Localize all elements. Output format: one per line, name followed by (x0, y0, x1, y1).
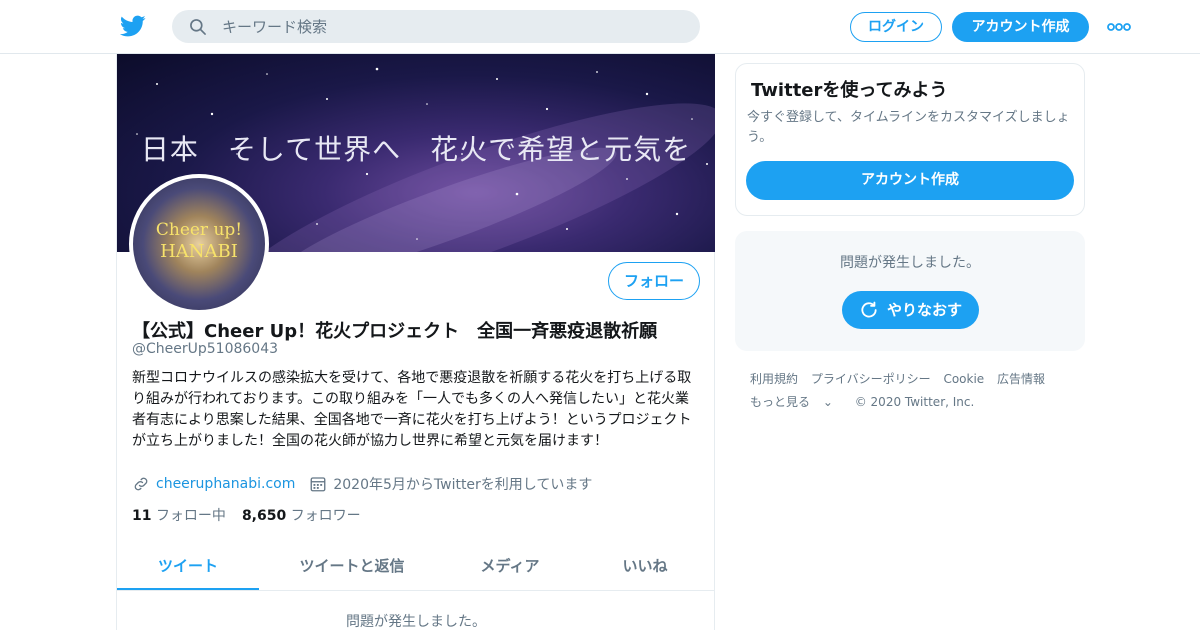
sidebar-error-message: 問題が発生しました。 (840, 255, 980, 271)
footer-link-privacy[interactable]: プライバシーポリシー (811, 372, 931, 386)
twitter-bird-logo-icon[interactable] (120, 13, 146, 39)
profile-joined-date: 2020年5月からTwitterを利用しています (333, 477, 593, 493)
banner-text: 日本 そして世界へ 花火で希望と元気を (140, 133, 692, 166)
timeline-error-message: 問題が発生しました。 (346, 614, 486, 630)
profile-tabs: ツイート ツイートと返信 メディア いいね (117, 543, 715, 591)
avatar-text-line1: Cheer up! (155, 220, 243, 240)
search-input[interactable] (222, 10, 682, 43)
search-icon (190, 19, 206, 35)
footer-link-ads[interactable]: 広告情報 (997, 372, 1045, 386)
followers-stat[interactable]: 8,650 フォロワー (242, 508, 361, 524)
more-options-icon[interactable] (1104, 17, 1134, 37)
profile-display-name: 【公式】Cheer Up！花火プロジェクト 全国一斉悪疫退散祈願 (132, 321, 658, 342)
footer-link-cookie[interactable]: Cookie (943, 372, 984, 386)
profile-column: 日本 そして世界へ 花火で希望と元気を Cheer up! HANABI フォロ… (116, 54, 715, 630)
tab-tweets-and-replies[interactable]: ツイートと返信 (259, 543, 445, 590)
following-label: フォロー中 (155, 508, 226, 524)
footer-more-label: もっと見る (750, 395, 811, 409)
profile-meta: cheeruphanabi.com 2020年5月からTwitterを利用してい… (132, 474, 592, 494)
footer-links: 利用規約 プライバシーポリシー Cookie 広告情報 もっと見る ⌄ © 20… (750, 368, 1080, 414)
tab-tweets[interactable]: ツイート (117, 543, 259, 590)
refresh-icon (861, 301, 877, 318)
chevron-down-icon: ⌄ (822, 395, 833, 409)
profile-bio: 新型コロナウイルスの感染拡大を受けて、各地で悪疫退散を祈願する花火を打ち上げる取… (132, 370, 692, 449)
signup-card-subtitle: 今すぐ登録して、タイムラインをカスタマイズしましょう。 (747, 110, 1070, 145)
sidebar-error-card: 問題が発生しました。 やりなおす (735, 231, 1085, 351)
signup-card: Twitterを使ってみよう 今すぐ登録して、タイムラインをカスタマイズしましょ… (735, 63, 1085, 216)
link-icon (134, 477, 148, 491)
tab-media[interactable]: メディア (445, 543, 575, 590)
follow-button[interactable]: フォロー (608, 262, 700, 300)
profile-handle: @CheerUp51086043 (132, 341, 279, 357)
footer-copyright: © 2020 Twitter, Inc. (854, 395, 975, 409)
profile-website-link[interactable]: cheeruphanabi.com (156, 476, 295, 492)
profile-stats: 11 フォロー中 8,650 フォロワー (132, 505, 361, 525)
signup-card-button[interactable]: アカウント作成 (746, 161, 1074, 200)
avatar-text-line2: HANABI (160, 241, 238, 262)
followers-label: フォロワー (290, 508, 361, 524)
top-navigation-bar: ログイン アカウント作成 (0, 0, 1200, 54)
tab-likes[interactable]: いいね (575, 543, 715, 590)
signup-button[interactable]: アカウント作成 (952, 12, 1089, 42)
calendar-icon (310, 477, 326, 492)
following-count: 11 (132, 508, 152, 524)
footer-link-terms[interactable]: 利用規約 (750, 372, 798, 386)
search-box[interactable] (172, 10, 700, 43)
followers-count: 8,650 (241, 508, 287, 524)
profile-avatar[interactable]: Cheer up! HANABI (129, 174, 269, 314)
footer-more-link[interactable]: もっと見る ⌄ (750, 395, 842, 409)
signup-card-title: Twitterを使ってみよう (751, 80, 948, 101)
retry-button[interactable]: やりなおす (842, 291, 979, 329)
login-button[interactable]: ログイン (850, 12, 942, 42)
retry-label: やりなおす (886, 301, 962, 319)
following-stat[interactable]: 11 フォロー中 (132, 508, 226, 524)
